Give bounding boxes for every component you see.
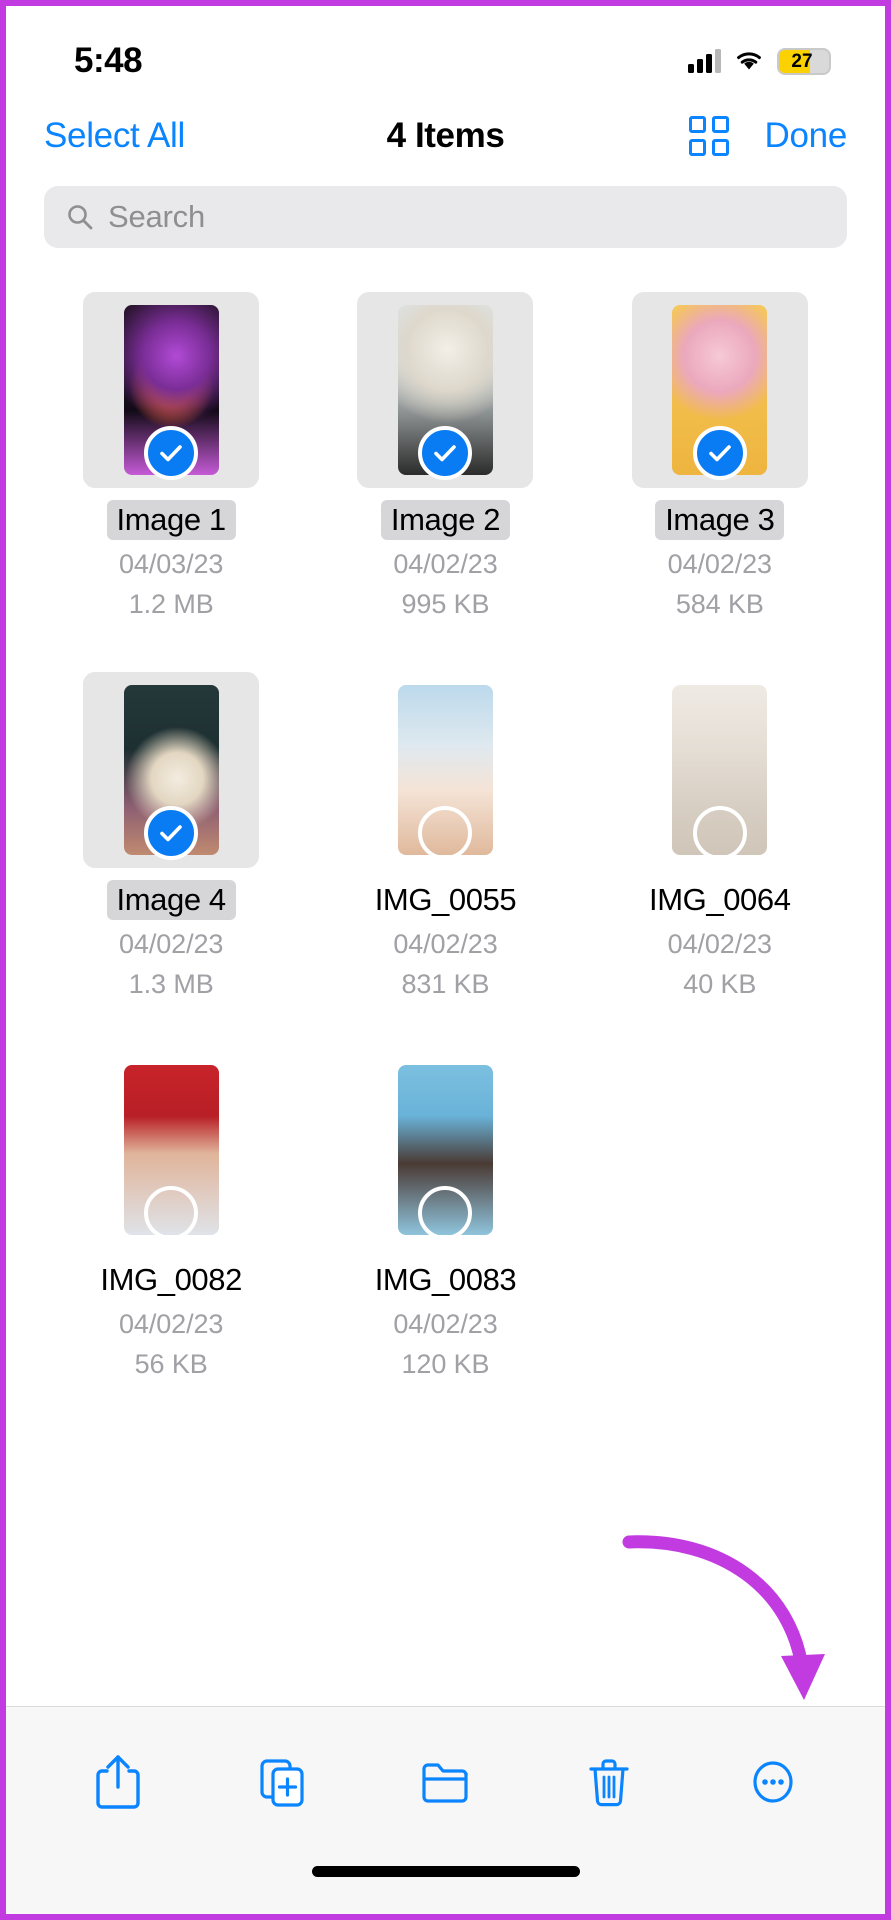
file-size: 1.3 MB	[128, 969, 214, 999]
file-date: 04/02/23	[393, 549, 498, 579]
file-grid-container: Image 1 04/03/23 1.2 MB Image 2 04/02/23 995 …	[6, 248, 885, 1706]
file-thumbnail-container[interactable]	[83, 292, 260, 488]
file-size: 120 KB	[401, 1349, 490, 1379]
file-name: IMG_0055	[374, 882, 517, 917]
file-item[interactable]: IMG_0082 04/02/23 56 KB	[44, 1052, 298, 1380]
file-thumbnail-container[interactable]	[357, 292, 534, 488]
file-size: 40 KB	[683, 969, 757, 999]
file-item[interactable]: Image 3 04/02/23 584 KB	[593, 292, 847, 620]
file-thumbnail-container[interactable]	[357, 672, 533, 868]
file-name: Image 1	[106, 500, 236, 540]
checkmark-icon	[709, 445, 731, 462]
home-indicator	[311, 1866, 580, 1877]
file-size: 995 KB	[401, 589, 490, 619]
navigation-bar: Select All 4 Items Done	[6, 98, 885, 174]
delete-button[interactable]	[574, 1747, 644, 1817]
file-size: 831 KB	[401, 969, 490, 999]
share-icon	[96, 1754, 140, 1809]
battery-icon: 27	[777, 47, 831, 75]
checkmark-icon	[160, 445, 182, 462]
grid-view-icon[interactable]	[688, 116, 729, 156]
file-name: IMG_0082	[100, 1262, 242, 1297]
file-grid: Image 1 04/03/23 1.2 MB Image 2 04/02/23 995 …	[44, 292, 847, 1380]
more-button[interactable]	[738, 1747, 808, 1817]
file-date: 04/02/23	[393, 929, 498, 959]
search-icon	[68, 205, 93, 230]
search-placeholder: Search	[108, 199, 206, 234]
file-size: 584 KB	[675, 589, 764, 619]
file-name: Image 2	[380, 500, 511, 540]
phone-screen: 5:48 27 Select All 4 Items Done Search I…	[6, 6, 885, 1914]
duplicate-icon	[260, 1758, 304, 1807]
selection-circle[interactable]	[144, 1186, 199, 1240]
file-date: 04/02/23	[119, 929, 224, 959]
screenshot-frame: 5:48 27 Select All 4 Items Done Search I…	[0, 0, 891, 1920]
selection-checkmark[interactable]	[692, 426, 747, 480]
file-item[interactable]: Image 2 04/02/23 995 KB	[318, 292, 572, 620]
done-button[interactable]: Done	[765, 116, 848, 156]
file-thumbnail-container[interactable]	[631, 292, 808, 488]
file-item[interactable]: Image 1 04/03/23 1.2 MB	[44, 292, 298, 620]
select-all-button[interactable]: Select All	[44, 116, 185, 156]
more-icon	[753, 1760, 793, 1803]
selection-checkmark[interactable]	[144, 806, 199, 860]
status-bar: 5:48 27	[6, 6, 885, 98]
file-name: IMG_0083	[374, 1262, 517, 1297]
file-item[interactable]: IMG_0083 04/02/23 120 KB	[318, 1052, 572, 1380]
duplicate-button[interactable]	[247, 1747, 317, 1817]
selection-circle[interactable]	[692, 806, 747, 860]
status-bar-time: 5:48	[74, 41, 143, 80]
checkmark-icon	[160, 825, 182, 842]
file-date: 04/02/23	[667, 929, 772, 959]
selection-checkmark[interactable]	[144, 426, 199, 480]
bottom-toolbar	[6, 1706, 885, 1856]
file-name: Image 3	[655, 500, 785, 540]
file-date: 04/02/23	[667, 549, 772, 579]
folder-button[interactable]	[410, 1747, 480, 1817]
file-size: 56 KB	[134, 1349, 208, 1379]
home-indicator-area	[6, 1856, 885, 1914]
selection-circle[interactable]	[418, 806, 473, 860]
file-date: 04/03/23	[119, 549, 224, 579]
file-size: 1.2 MB	[128, 589, 214, 619]
file-name: Image 4	[106, 880, 236, 920]
nav-right-group: Done	[688, 116, 848, 156]
file-thumbnail-container[interactable]	[632, 672, 808, 868]
folder-icon	[422, 1762, 469, 1803]
status-bar-indicators: 27	[688, 47, 831, 75]
trash-icon	[589, 1758, 629, 1806]
file-item[interactable]: IMG_0064 04/02/23 40 KB	[593, 672, 847, 1000]
share-button[interactable]	[83, 1747, 153, 1817]
checkmark-icon	[434, 445, 457, 462]
file-thumbnail-container[interactable]	[83, 1052, 259, 1248]
search-input[interactable]: Search	[44, 186, 847, 248]
file-date: 04/02/23	[393, 1309, 498, 1339]
selection-checkmark[interactable]	[418, 426, 473, 480]
selection-circle[interactable]	[418, 1186, 473, 1240]
file-date: 04/02/23	[119, 1309, 224, 1339]
file-item[interactable]: IMG_0055 04/02/23 831 KB	[318, 672, 572, 1000]
battery-level-text: 27	[791, 50, 813, 72]
wifi-icon	[737, 52, 761, 70]
file-thumbnail-container[interactable]	[83, 672, 260, 868]
file-name: IMG_0064	[649, 882, 791, 917]
search-container: Search	[6, 174, 885, 248]
cellular-signal-icon	[688, 49, 721, 73]
file-thumbnail-container[interactable]	[357, 1052, 533, 1248]
file-item[interactable]: Image 4 04/02/23 1.3 MB	[44, 672, 298, 1000]
